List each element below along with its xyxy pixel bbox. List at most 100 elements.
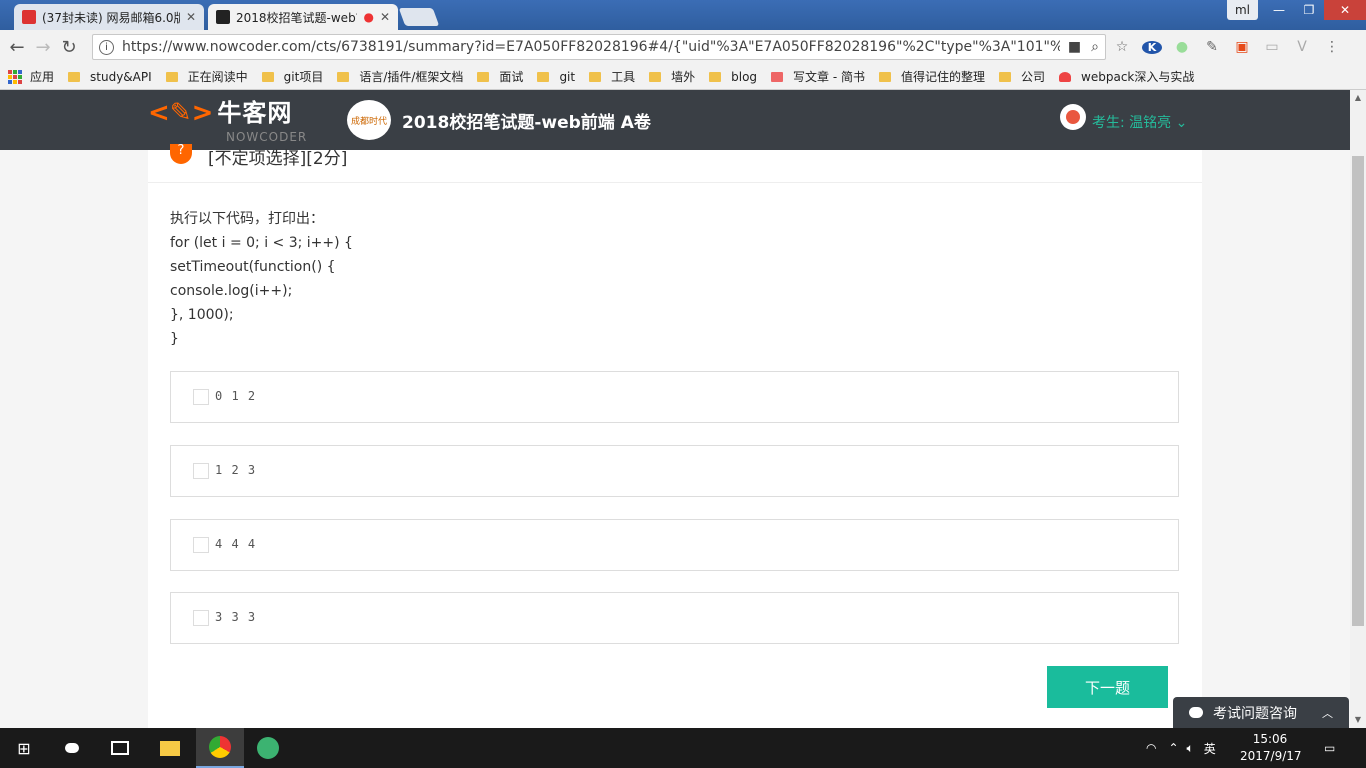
bookmark-label: webpack深入与实战 (1081, 70, 1195, 84)
answer-option-c[interactable]: 4 4 4 (170, 519, 1179, 571)
clock-date: 2017/9/17 (1240, 749, 1302, 763)
volume-icon[interactable]: 🔈︎ (1187, 741, 1194, 756)
bookmark-item[interactable]: 语言/插件/框架文档 (337, 68, 463, 85)
scroll-down-icon[interactable]: ▼ (1350, 712, 1366, 728)
bookmark-item[interactable]: webpack深入与实战 (1059, 68, 1194, 85)
question-mark-icon: ? (170, 144, 192, 164)
option-checkbox[interactable] (193, 610, 209, 626)
option-text: 4 4 4 (215, 537, 257, 551)
tray-expand-icon[interactable]: ⌃ (1168, 741, 1178, 755)
folder-icon (649, 71, 662, 82)
bookmark-item[interactable]: git (537, 70, 575, 84)
option-checkbox[interactable] (193, 389, 209, 405)
question-card: ? [不定项选择][2分] 执行以下代码，打印出： for (let i = 0… (148, 144, 1202, 728)
question-type: [不定项选择][2分] (208, 149, 348, 169)
logo-icon: <✎> (148, 98, 214, 128)
eyedropper-icon[interactable]: ✎ (1202, 39, 1222, 55)
ime-indicator[interactable]: 英 (1204, 740, 1216, 757)
bookmark-label: 语言/插件/框架文档 (359, 70, 464, 84)
taskbar-clock[interactable]: 15:06 2017/9/17 (1240, 731, 1302, 765)
clock-time: 15:06 (1252, 732, 1288, 746)
profile-button[interactable]: ml (1226, 0, 1258, 20)
address-bar[interactable]: i https://www.nowcoder.com/cts/6738191/s… (92, 34, 1106, 60)
restore-icon[interactable]: ❐ (1294, 0, 1324, 20)
option-checkbox[interactable] (193, 537, 209, 553)
reload-icon[interactable]: ↻ (56, 37, 82, 58)
atom-app-icon[interactable] (244, 728, 292, 768)
folder-icon (337, 71, 350, 82)
window-controls: ml — ❐ ✕ (1226, 0, 1366, 20)
menu-icon[interactable]: ⋮ (1322, 39, 1342, 55)
close-tab-icon[interactable]: ✕ (380, 10, 390, 24)
bookmark-item[interactable]: git项目 (261, 68, 324, 85)
logo-subtext: NOWCODER (226, 130, 308, 144)
chrome-icon[interactable] (196, 728, 244, 768)
zoom-icon[interactable]: ⌕ (1091, 39, 1099, 55)
option-text: 0 1 2 (215, 389, 257, 403)
exam-help-widget[interactable]: 考试问题咨询 ︿ (1173, 697, 1349, 728)
bookmark-item[interactable]: 正在阅读中 (165, 68, 248, 85)
action-center-icon[interactable]: ▭ (1324, 728, 1335, 768)
tab-nowcoder[interactable]: 2018校招笔试题-web前端 ● ✕ (208, 4, 398, 30)
wifi-icon[interactable]: ◠ (1146, 741, 1156, 755)
chat-icon (1189, 707, 1203, 718)
bookmark-label: 墙外 (671, 70, 696, 84)
answer-option-d[interactable]: 3 3 3 (170, 592, 1179, 644)
folder-icon (261, 71, 274, 82)
forward-icon[interactable]: → (30, 37, 56, 58)
bookmark-item[interactable]: study&API (68, 70, 152, 84)
extension-icon[interactable]: ▭ (1262, 39, 1282, 55)
task-view-icon[interactable] (96, 728, 144, 768)
webcam-icon (1060, 104, 1086, 132)
question-line: for (let i = 0; i < 3; i++) { (170, 235, 353, 251)
option-checkbox[interactable] (193, 463, 209, 479)
bookmark-label: 面试 (499, 70, 524, 84)
next-question-button[interactable]: 下一题 (1047, 666, 1168, 708)
chevron-up-icon[interactable]: ︿ (1322, 705, 1333, 721)
browser-tab-strip: (37封未读) 网易邮箱6.0版 ✕ 2018校招笔试题-web前端 ● ✕ m… (0, 0, 1366, 30)
new-tab-button[interactable] (398, 8, 440, 26)
question-line: setTimeout(function() { (170, 259, 336, 275)
site-info-icon[interactable]: i (99, 39, 114, 55)
close-window-icon[interactable]: ✕ (1324, 0, 1366, 20)
extension-v-icon[interactable]: V (1292, 39, 1312, 55)
close-tab-icon[interactable]: ✕ (186, 10, 196, 24)
office-icon[interactable]: ▣ (1232, 39, 1252, 55)
question-line: }, 1000); (170, 307, 234, 323)
answer-option-a[interactable]: 0 1 2 (170, 371, 1179, 423)
user-menu[interactable]: 考生: 温铭亮 ⌄ (1092, 112, 1187, 132)
site-logo[interactable]: <✎> 牛客网 NOWCODER (148, 98, 306, 144)
bookmark-item[interactable]: 面试 (477, 68, 523, 85)
extension-k-icon[interactable]: K (1142, 40, 1162, 54)
cortana-icon[interactable] (48, 728, 96, 768)
bookmark-item[interactable]: 工具 (589, 68, 635, 85)
scroll-up-icon[interactable]: ▲ (1350, 90, 1366, 106)
minimize-icon[interactable]: — (1264, 0, 1294, 20)
bookmark-item[interactable]: blog (709, 70, 757, 84)
back-icon[interactable]: ← (4, 37, 30, 58)
url-text: https://www.nowcoder.com/cts/6738191/sum… (122, 39, 1060, 55)
bookmark-label: git项目 (283, 70, 324, 84)
tab-mail[interactable]: (37封未读) 网易邮箱6.0版 ✕ (14, 4, 204, 30)
system-tray: ◠ ⌃ 🔈︎ 英 (1146, 728, 1216, 768)
extension-dot-icon[interactable]: ● (1172, 39, 1192, 55)
option-text: 3 3 3 (215, 610, 257, 624)
bookmark-star-icon[interactable]: ☆ (1112, 39, 1132, 55)
bookmark-item[interactable]: 公司 (999, 68, 1045, 85)
avatar-text: 成都时代 (350, 116, 387, 127)
windows-start-icon[interactable]: ⊞ (0, 728, 48, 768)
bookmark-item[interactable]: 墙外 (649, 68, 695, 85)
page-scrollbar[interactable]: ▲ ▼ (1350, 90, 1366, 728)
bookmark-apps[interactable]: 应用 (8, 68, 54, 85)
camera-icon[interactable]: ■ (1068, 39, 1081, 55)
tab-title: 2018校招笔试题-web前端 (236, 10, 357, 25)
folder-icon (709, 71, 722, 82)
question-line: console.log(i++); (170, 283, 293, 299)
answer-option-b[interactable]: 1 2 3 (170, 445, 1179, 497)
scrollbar-thumb[interactable] (1352, 156, 1364, 626)
bookmark-label: 值得记住的整理 (901, 70, 986, 84)
exam-title: 2018校招笔试题-web前端 A卷 (402, 113, 651, 133)
bookmark-item[interactable]: 值得记住的整理 (879, 68, 985, 85)
bookmark-item[interactable]: 写文章 - 简书 (771, 68, 865, 85)
file-explorer-icon[interactable] (146, 728, 194, 768)
